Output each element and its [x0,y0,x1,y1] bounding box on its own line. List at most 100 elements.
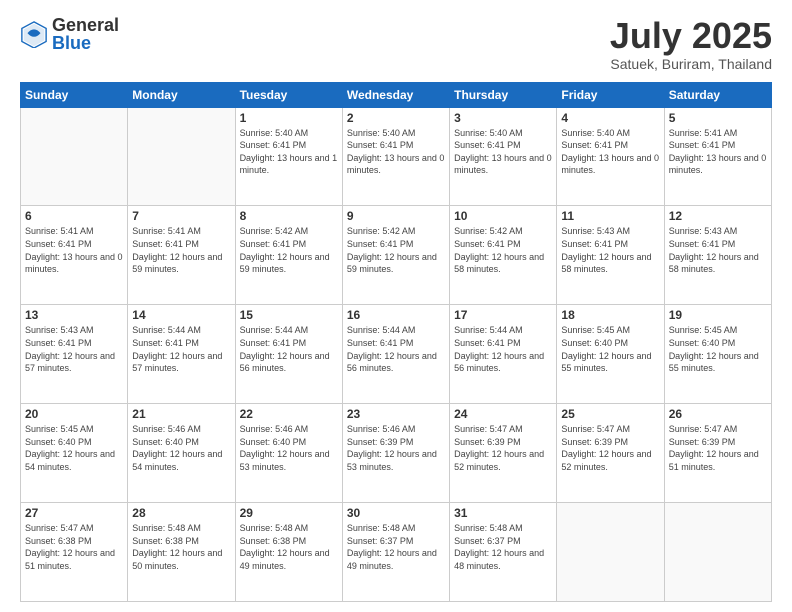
day-number: 16 [347,308,445,322]
calendar-cell: 30Sunrise: 5:48 AM Sunset: 6:37 PM Dayli… [342,503,449,602]
calendar-cell: 28 Sunrise: 5:48 AM Sunset: 6:38 PM Dayli… [128,503,235,602]
day-info: Sunrise: 5:46 AM Sunset: 6:39 PM Dayligh… [347,423,445,473]
calendar-header-saturday: Saturday [664,82,771,107]
day-number: 15 [240,308,338,322]
day-info: Sunrise: 5:45 AM Sunset: 6:40 PM Dayligh… [561,324,659,374]
day-number: 11 [561,209,659,223]
calendar-cell: 31Sunrise: 5:48 AM Sunset: 6:37 PM Dayli… [450,503,557,602]
day-number: 8 [240,209,338,223]
day-number: 2 [347,111,445,125]
calendar-header-monday: Monday [128,82,235,107]
calendar-cell: 10 Sunrise: 5:42 AM Sunset: 6:41 PM Dayli… [450,206,557,305]
calendar-header-thursday: Thursday [450,82,557,107]
day-number: 10 [454,209,552,223]
logo: General Blue [20,16,119,52]
calendar-cell: 26 Sunrise: 5:47 AM Sunset: 6:39 PM Dayli… [664,404,771,503]
day-info: Sunrise: 5:44 AM Sunset: 6:41 PM Dayligh… [347,324,445,374]
day-info: Sunrise: 5:48 AM Sunset: 6:37 PM Dayligh… [347,522,445,572]
calendar-cell: 24Sunrise: 5:47 AM Sunset: 6:39 PM Dayli… [450,404,557,503]
day-number: 22 [240,407,338,421]
header: General Blue July 2025 Satuek, Buriram, … [20,16,772,72]
calendar-cell: 12 Sunrise: 5:43 AM Sunset: 6:41 PM Dayli… [664,206,771,305]
day-info: Sunrise: 5:45 AM Sunset: 6:40 PM Dayligh… [25,423,123,473]
calendar-cell: 29 Sunrise: 5:48 AM Sunset: 6:38 PM Dayli… [235,503,342,602]
day-number: 19 [669,308,767,322]
calendar-cell: 25 Sunrise: 5:47 AM Sunset: 6:39 PM Dayli… [557,404,664,503]
calendar-cell: 6 Sunrise: 5:41 AM Sunset: 6:41 PM Daylig… [21,206,128,305]
day-info: Sunrise: 5:47 AM Sunset: 6:39 PM Dayligh… [561,423,659,473]
month-title: July 2025 [610,16,772,56]
day-info: Sunrise: 5:41 AM Sunset: 6:41 PM Dayligh… [669,127,767,177]
day-number: 17 [454,308,552,322]
day-info: Sunrise: 5:40 AM Sunset: 6:41 PM Dayligh… [454,127,552,177]
logo-icon [20,20,48,48]
calendar-table: SundayMondayTuesdayWednesdayThursdayFrid… [20,82,772,602]
title-block: July 2025 Satuek, Buriram, Thailand [610,16,772,72]
day-number: 9 [347,209,445,223]
calendar-week-row: 27Sunrise: 5:47 AM Sunset: 6:38 PM Dayli… [21,503,772,602]
day-number: 27 [25,506,123,520]
calendar-week-row: 20Sunrise: 5:45 AM Sunset: 6:40 PM Dayli… [21,404,772,503]
day-info: Sunrise: 5:42 AM Sunset: 6:41 PM Dayligh… [347,225,445,275]
logo-general-text: General [52,16,119,34]
day-number: 6 [25,209,123,223]
calendar-cell: 18 Sunrise: 5:45 AM Sunset: 6:40 PM Dayli… [557,305,664,404]
calendar-cell: 8Sunrise: 5:42 AM Sunset: 6:41 PM Daylig… [235,206,342,305]
location: Satuek, Buriram, Thailand [610,56,772,72]
day-info: Sunrise: 5:47 AM Sunset: 6:39 PM Dayligh… [669,423,767,473]
calendar-cell: 1Sunrise: 5:40 AM Sunset: 6:41 PM Daylig… [235,107,342,206]
calendar-cell: 22Sunrise: 5:46 AM Sunset: 6:40 PM Dayli… [235,404,342,503]
calendar-cell: 13 Sunrise: 5:43 AM Sunset: 6:41 PM Dayli… [21,305,128,404]
day-number: 4 [561,111,659,125]
calendar-cell: 27Sunrise: 5:47 AM Sunset: 6:38 PM Dayli… [21,503,128,602]
calendar-cell: 15 Sunrise: 5:44 AM Sunset: 6:41 PM Dayli… [235,305,342,404]
day-number: 26 [669,407,767,421]
calendar-header-friday: Friday [557,82,664,107]
day-info: Sunrise: 5:48 AM Sunset: 6:37 PM Dayligh… [454,522,552,572]
day-number: 24 [454,407,552,421]
day-number: 23 [347,407,445,421]
day-number: 5 [669,111,767,125]
calendar-cell: 4 Sunrise: 5:40 AM Sunset: 6:41 PM Daylig… [557,107,664,206]
calendar-week-row: 6 Sunrise: 5:41 AM Sunset: 6:41 PM Daylig… [21,206,772,305]
calendar-cell: 19Sunrise: 5:45 AM Sunset: 6:40 PM Dayli… [664,305,771,404]
calendar-cell: 14 Sunrise: 5:44 AM Sunset: 6:41 PM Dayli… [128,305,235,404]
day-number: 25 [561,407,659,421]
day-info: Sunrise: 5:44 AM Sunset: 6:41 PM Dayligh… [132,324,230,374]
day-number: 13 [25,308,123,322]
day-info: Sunrise: 5:43 AM Sunset: 6:41 PM Dayligh… [669,225,767,275]
calendar-cell: 23 Sunrise: 5:46 AM Sunset: 6:39 PM Dayli… [342,404,449,503]
day-info: Sunrise: 5:48 AM Sunset: 6:38 PM Dayligh… [132,522,230,572]
day-number: 14 [132,308,230,322]
day-info: Sunrise: 5:40 AM Sunset: 6:41 PM Dayligh… [240,127,338,177]
calendar-header-sunday: Sunday [21,82,128,107]
calendar-cell [664,503,771,602]
day-info: Sunrise: 5:44 AM Sunset: 6:41 PM Dayligh… [240,324,338,374]
day-number: 18 [561,308,659,322]
calendar-cell [128,107,235,206]
calendar-cell: 16 Sunrise: 5:44 AM Sunset: 6:41 PM Dayli… [342,305,449,404]
day-number: 29 [240,506,338,520]
page: General Blue July 2025 Satuek, Buriram, … [0,0,792,612]
calendar-cell: 7Sunrise: 5:41 AM Sunset: 6:41 PM Daylig… [128,206,235,305]
calendar-header-wednesday: Wednesday [342,82,449,107]
calendar-cell: 9 Sunrise: 5:42 AM Sunset: 6:41 PM Daylig… [342,206,449,305]
calendar-cell: 3 Sunrise: 5:40 AM Sunset: 6:41 PM Daylig… [450,107,557,206]
day-info: Sunrise: 5:41 AM Sunset: 6:41 PM Dayligh… [25,225,123,275]
day-number: 3 [454,111,552,125]
day-info: Sunrise: 5:40 AM Sunset: 6:41 PM Dayligh… [561,127,659,177]
logo-text: General Blue [52,16,119,52]
day-number: 28 [132,506,230,520]
logo-blue-text: Blue [52,34,119,52]
calendar-header-row: SundayMondayTuesdayWednesdayThursdayFrid… [21,82,772,107]
day-info: Sunrise: 5:43 AM Sunset: 6:41 PM Dayligh… [561,225,659,275]
day-info: Sunrise: 5:48 AM Sunset: 6:38 PM Dayligh… [240,522,338,572]
calendar-week-row: 13 Sunrise: 5:43 AM Sunset: 6:41 PM Dayli… [21,305,772,404]
day-number: 12 [669,209,767,223]
calendar-cell [557,503,664,602]
calendar-cell: 11 Sunrise: 5:43 AM Sunset: 6:41 PM Dayli… [557,206,664,305]
day-info: Sunrise: 5:43 AM Sunset: 6:41 PM Dayligh… [25,324,123,374]
day-info: Sunrise: 5:42 AM Sunset: 6:41 PM Dayligh… [454,225,552,275]
calendar-cell: 2Sunrise: 5:40 AM Sunset: 6:41 PM Daylig… [342,107,449,206]
calendar-header-tuesday: Tuesday [235,82,342,107]
